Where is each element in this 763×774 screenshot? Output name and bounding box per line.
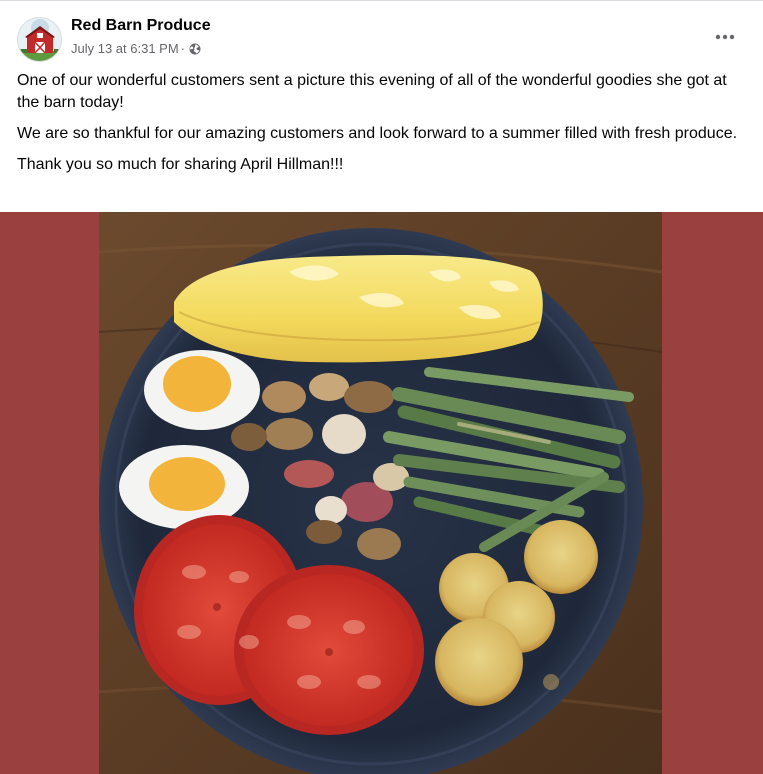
- globe-icon[interactable]: [189, 43, 201, 55]
- meta-separator: ·: [180, 41, 186, 56]
- post-timestamp[interactable]: July 13 at 6:31 PM: [71, 41, 179, 56]
- post-paragraph: One of our wonderful customers sent a pi…: [17, 72, 727, 111]
- red-barn-logo-icon: [18, 18, 61, 61]
- more-options-button[interactable]: [708, 22, 742, 52]
- post-photo-container: [0, 212, 763, 774]
- post-photo[interactable]: [99, 212, 662, 774]
- food-plate-photo: [99, 212, 662, 774]
- facebook-post: Red Barn Produce July 13 at 6:31 PM · On…: [0, 0, 763, 774]
- post-body: One of our wonderful customers sent a pi…: [17, 70, 742, 185]
- post-meta: July 13 at 6:31 PM ·: [71, 41, 201, 56]
- more-horizontal-icon: [715, 34, 735, 40]
- page-name-link[interactable]: Red Barn Produce: [71, 17, 211, 35]
- page-avatar[interactable]: [17, 17, 62, 62]
- post-header: Red Barn Produce July 13 at 6:31 PM ·: [0, 1, 763, 67]
- post-paragraph: Thank you so much for sharing April Hill…: [17, 156, 344, 173]
- post-paragraph: We are so thankful for our amazing custo…: [17, 125, 738, 142]
